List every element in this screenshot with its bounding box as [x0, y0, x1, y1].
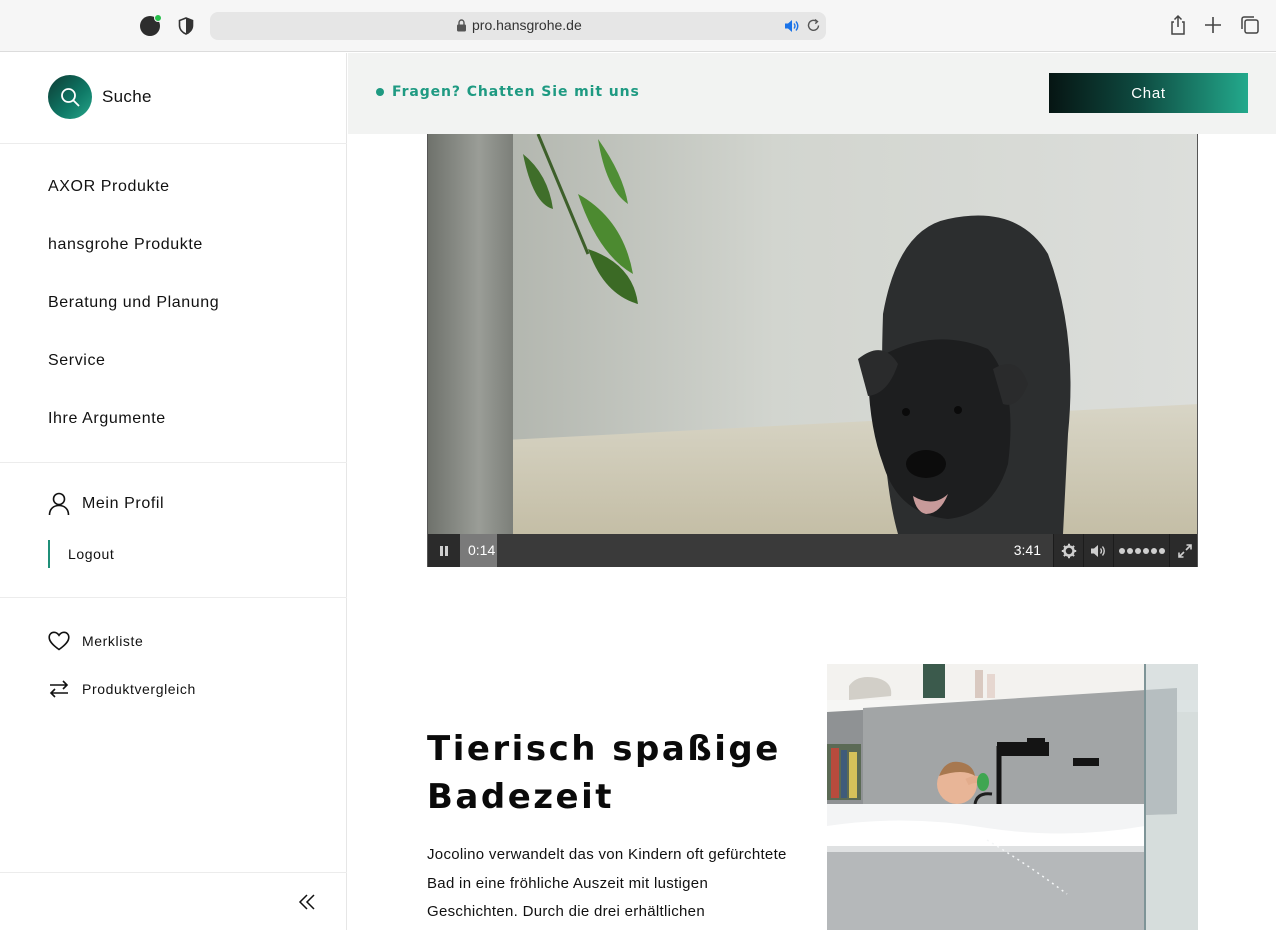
extension-badge [154, 14, 162, 22]
pause-icon [440, 545, 448, 556]
collapse-sidebar-icon[interactable] [296, 891, 318, 913]
settings-button[interactable] [1053, 534, 1083, 567]
divider [0, 597, 347, 598]
video-controls: 0:14 3:41 [428, 534, 1197, 567]
extension-icon[interactable] [140, 14, 162, 36]
my-profile-label: Mein Profil [82, 495, 165, 512]
chat-prompt[interactable]: Fragen? Chatten Sie mit uns [376, 84, 640, 100]
pause-button[interactable] [428, 534, 460, 567]
new-tab-icon[interactable] [1202, 14, 1224, 36]
sidebar: Suche AXOR Produkte hansgrohe Produkte B… [0, 53, 347, 930]
my-profile-link[interactable]: Mein Profil [48, 492, 164, 516]
fullscreen-icon [1177, 543, 1192, 558]
volume-level-dot [1126, 547, 1133, 554]
logout-link[interactable]: Logout [48, 540, 114, 568]
volume-level-dot [1158, 547, 1165, 554]
current-time: 0:14 [468, 542, 496, 558]
nav-item-consulting-planning[interactable]: Beratung und Planung [48, 294, 219, 312]
nav-item-service[interactable]: Service [48, 352, 106, 370]
video-progress-bar[interactable]: 0:14 3:41 [460, 534, 1053, 567]
volume-level-dot [1150, 547, 1157, 554]
nav-item-axor-products[interactable]: AXOR Produkte [48, 178, 170, 196]
compare-arrows-icon [49, 680, 69, 698]
nav-item-hansgrohe-products[interactable]: hansgrohe Produkte [48, 236, 203, 254]
address-bar[interactable]: pro.hansgrohe.de [210, 12, 826, 40]
wishlist-label: Merkliste [82, 633, 144, 649]
chat-button[interactable]: Chat [1049, 73, 1248, 113]
search-button[interactable]: Suche [48, 75, 152, 119]
volume-level-dot [1118, 547, 1125, 554]
video-frame [428, 134, 1197, 534]
online-dot-icon [376, 88, 384, 96]
divider [0, 462, 347, 463]
reload-icon[interactable] [806, 18, 821, 33]
search-icon [48, 75, 92, 119]
volume-level-dot [1142, 547, 1149, 554]
heart-icon [48, 631, 70, 651]
tab-overview-icon[interactable] [1239, 14, 1261, 36]
fullscreen-button[interactable] [1169, 534, 1197, 567]
total-time: 3:41 [1013, 542, 1041, 558]
divider [0, 143, 347, 144]
browser-toolbar: pro.hansgrohe.de [0, 0, 1276, 52]
chat-prompt-text: Fragen? Chatten Sie mit uns [392, 84, 640, 100]
chat-bar: Fragen? Chatten Sie mit uns Chat [348, 53, 1276, 134]
bathtub-image [827, 664, 1198, 930]
article-body: Jocolino verwandelt das von Kindern oft … [427, 846, 787, 920]
volume-level-dot [1134, 547, 1141, 554]
search-label: Suche [102, 87, 152, 106]
speaker-icon[interactable] [784, 19, 800, 33]
volume-slider[interactable] [1113, 534, 1169, 567]
lock-icon [457, 19, 466, 32]
mute-button[interactable] [1083, 534, 1113, 567]
divider [0, 872, 347, 873]
shield-icon[interactable] [178, 17, 194, 35]
gear-icon [1061, 543, 1076, 558]
share-icon[interactable] [1167, 14, 1189, 36]
volume-icon [1090, 544, 1105, 557]
product-compare-label: Produktvergleich [82, 681, 196, 697]
article-headline: Tierisch spaßige Badezeit [427, 729, 781, 817]
video-player[interactable]: 0:14 3:41 [427, 134, 1198, 567]
nav-item-arguments[interactable]: Ihre Argumente [48, 410, 166, 428]
product-compare-link[interactable]: Produktvergleich [48, 679, 196, 699]
user-icon [48, 492, 70, 516]
bathtub-photo [827, 664, 1198, 930]
wishlist-link[interactable]: Merkliste [48, 631, 143, 651]
main-content: Fragen? Chatten Sie mit uns Chat 0:14 3:… [348, 53, 1276, 930]
logout-label: Logout [68, 546, 115, 562]
url-text: pro.hansgrohe.de [472, 17, 582, 33]
